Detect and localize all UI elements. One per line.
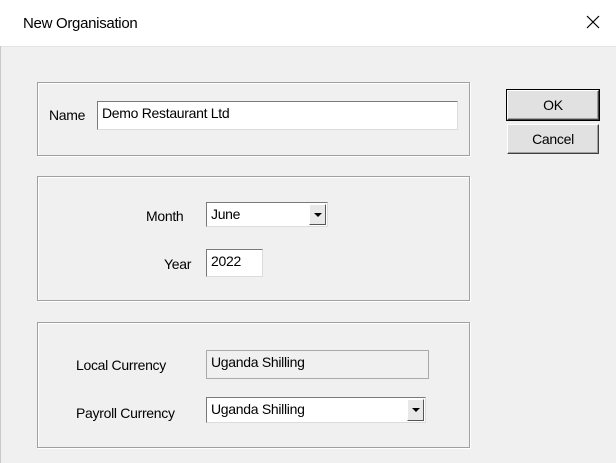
cancel-button[interactable]: Cancel [507,124,599,154]
local-currency-label: Local Currency [76,357,166,373]
payroll-currency-label: Payroll Currency [76,405,175,421]
month-label: Month [146,208,184,224]
chevron-down-icon [314,213,322,217]
currency-group: Local Currency Uganda Shilling Payroll C… [37,322,470,448]
ok-button[interactable]: OK [506,89,600,121]
name-label: Name [49,107,86,123]
period-group: Month June Year 2022 [37,176,470,301]
name-input[interactable]: Demo Restaurant Ltd [97,101,458,130]
local-currency-field: Uganda Shilling [206,350,429,379]
month-select[interactable]: June [206,202,328,227]
close-icon [586,15,600,29]
payroll-currency-select-value: Uganda Shilling [211,401,305,417]
window-left-edge [0,46,1,463]
chevron-down-icon [412,408,420,412]
month-select-value: June [211,206,241,222]
new-organisation-dialog: New Organisation Name Demo Restaurant Lt… [0,0,616,463]
name-group: Name Demo Restaurant Ltd [37,82,470,156]
payroll-currency-dropdown-button[interactable] [407,399,424,421]
title-bar: New Organisation [0,0,616,47]
year-label: Year [164,256,192,272]
payroll-currency-select[interactable]: Uganda Shilling [206,397,426,423]
window-title: New Organisation [23,15,138,32]
year-input[interactable]: 2022 [206,249,263,277]
month-dropdown-button[interactable] [309,204,326,225]
close-button[interactable] [570,0,616,46]
